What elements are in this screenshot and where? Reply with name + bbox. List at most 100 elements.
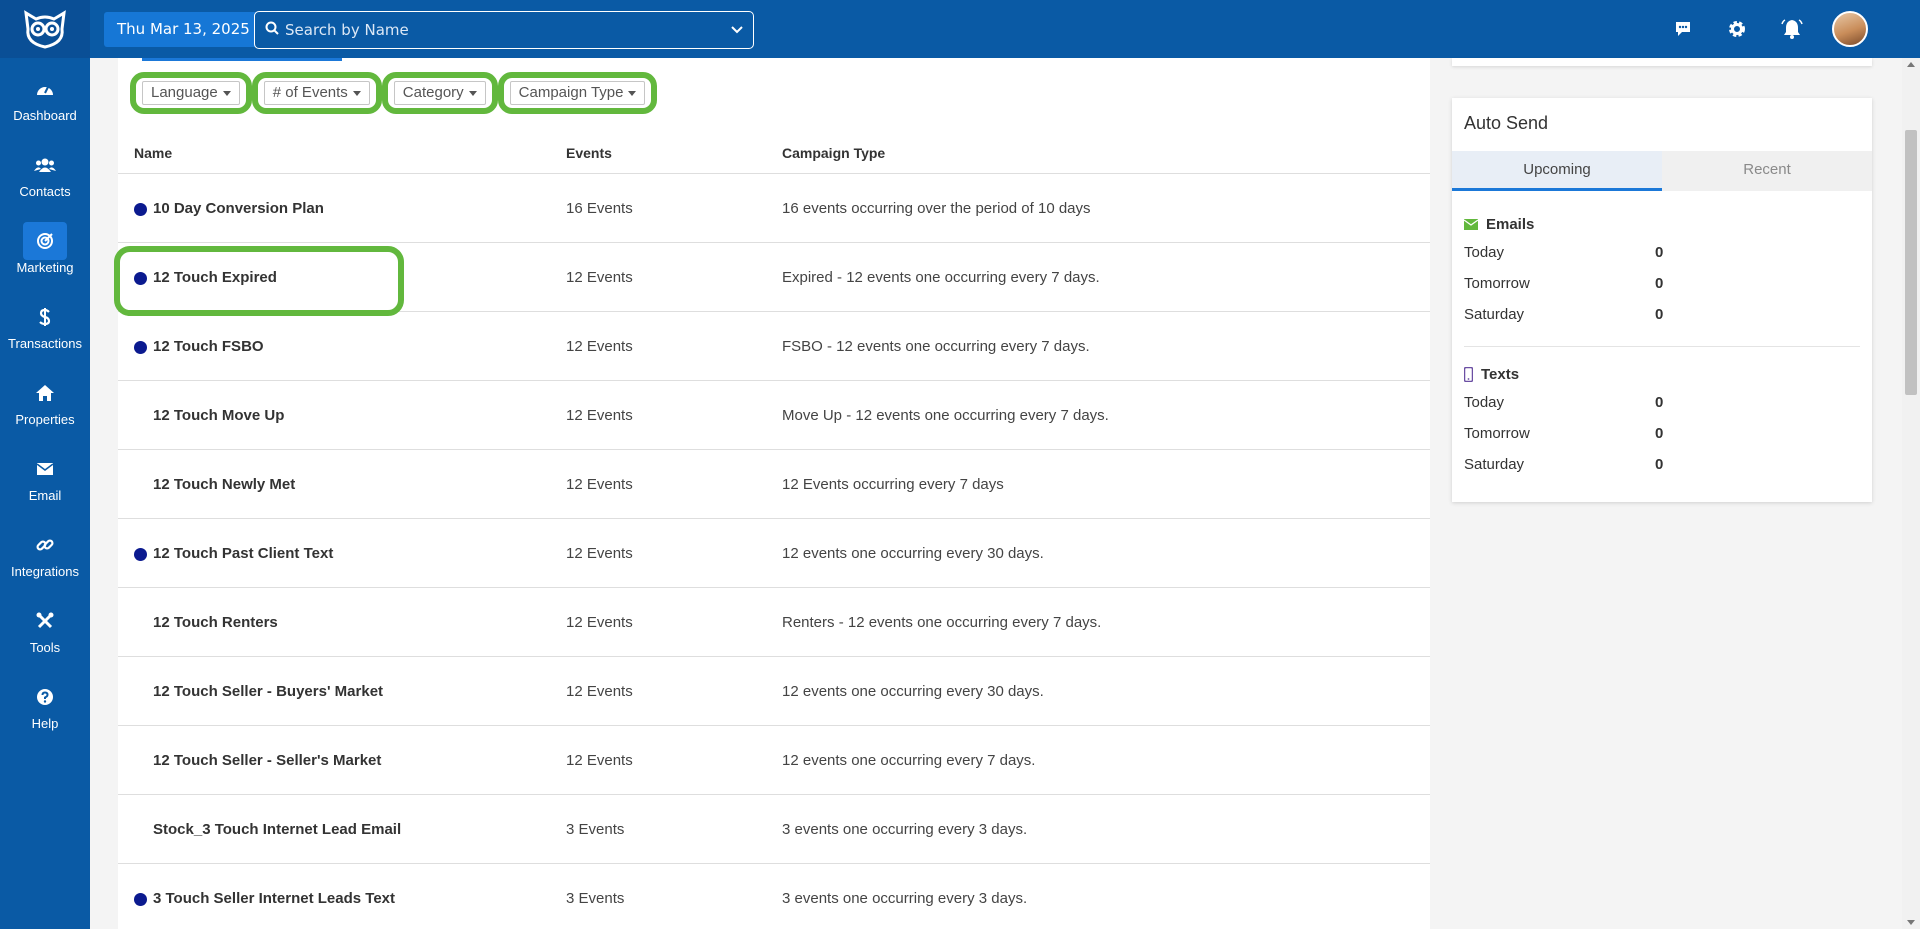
sidebar-item-transactions[interactable]: Transactions <box>0 298 90 368</box>
filter-category-dropdown[interactable]: Category <box>393 81 486 105</box>
filter-campaign-type[interactable]: Campaign Type <box>497 72 658 114</box>
filter-language-dropdown[interactable]: Language <box>142 81 240 105</box>
emails-tomorrow-value: 0 <box>1655 275 1664 292</box>
avatar[interactable] <box>1832 11 1868 47</box>
scrollbar-thumb[interactable] <box>1905 130 1917 395</box>
sidebar-label-tools: Tools <box>29 640 61 655</box>
table-row[interactable]: Stock_3 Touch Internet Lead Email 3 Event… <box>118 795 1430 864</box>
top-bar: Thu Mar 13, 2025 <box>0 0 1920 58</box>
scroll-down-arrow[interactable] <box>1907 920 1915 925</box>
table-row[interactable]: 12 Touch FSBO 12 Events FSBO - 12 events o… <box>118 312 1430 381</box>
tab-recent[interactable]: Recent <box>1662 151 1872 191</box>
filter-campaign-type-label: Campaign Type <box>518 84 624 101</box>
column-header-campaign-type[interactable]: Campaign Type <box>782 145 885 161</box>
campaign-name[interactable]: Stock_3 Touch Internet Lead Email <box>153 821 401 838</box>
sidebar-item-contacts[interactable]: Contacts <box>0 146 90 216</box>
table-row[interactable]: 12 Touch Seller - Buyers' Market 12 Event… <box>118 657 1430 726</box>
campaign-type: 12 events one occurring every 7 days. <box>782 752 1036 769</box>
search-input[interactable] <box>285 21 705 39</box>
scroll-up-arrow[interactable] <box>1907 62 1915 67</box>
texts-tomorrow-label: Tomorrow <box>1464 425 1530 442</box>
campaign-events: 16 Events <box>566 200 633 217</box>
gear-icon[interactable] <box>1724 16 1750 42</box>
table-row[interactable]: 12 Touch Expired 12 Events Expired - 12 ev… <box>114 243 1430 316</box>
table-row[interactable]: 10 Day Conversion Plan 16 Events 16 events… <box>118 174 1430 243</box>
sidebar-item-email[interactable]: Email <box>0 450 90 520</box>
sidebar-item-marketing[interactable]: Marketing <box>0 222 90 292</box>
page-scrollbar[interactable] <box>1902 58 1920 929</box>
search-icon <box>265 21 279 39</box>
sidebar-item-dashboard[interactable]: Dashboard <box>0 70 90 140</box>
campaign-name[interactable]: 12 Touch Seller - Buyers' Market <box>153 683 383 700</box>
filter-events[interactable]: # of Events <box>251 72 382 114</box>
status-dot <box>134 341 147 354</box>
status-dot <box>134 548 147 561</box>
campaign-name[interactable]: 3 Touch Seller Internet Leads Text <box>153 890 395 907</box>
bell-icon[interactable] <box>1779 16 1805 42</box>
emails-today-value: 0 <box>1655 244 1664 261</box>
tools-icon <box>23 602 67 640</box>
section-divider <box>1464 346 1860 347</box>
texts-today-label: Today <box>1464 394 1505 411</box>
active-tab-indicator <box>142 58 342 61</box>
emails-saturday-label: Saturday <box>1464 306 1525 323</box>
campaign-name[interactable]: 10 Day Conversion Plan <box>153 200 324 217</box>
campaign-name[interactable]: 12 Touch Move Up <box>153 407 284 424</box>
auto-send-card: Auto Send Upcoming Recent Emails Today 0 … <box>1452 98 1872 502</box>
status-dot <box>134 203 147 216</box>
highlight-outline <box>114 246 404 316</box>
mobile-phone-icon <box>1464 367 1473 382</box>
sidebar-label-integrations: Integrations <box>11 564 79 579</box>
sidebar-label-dashboard: Dashboard <box>13 108 77 123</box>
auto-send-tabs: Upcoming Recent <box>1452 151 1872 191</box>
table-row[interactable]: 12 Touch Seller - Seller's Market 12 Even… <box>118 726 1430 795</box>
table-row[interactable]: 12 Touch Move Up 12 Events Move Up - 12 ev… <box>118 381 1430 450</box>
table-row[interactable]: 3 Touch Seller Internet Leads Text 3 Even… <box>118 864 1430 929</box>
campaign-name[interactable]: 12 Touch Seller - Seller's Market <box>153 752 381 769</box>
home-icon <box>23 374 67 412</box>
campaign-events: 12 Events <box>566 614 633 631</box>
sidebar-item-help[interactable]: Help <box>0 678 90 748</box>
filter-events-dropdown[interactable]: # of Events <box>263 81 370 105</box>
search-box[interactable] <box>254 11 754 49</box>
caret-down-icon <box>352 90 361 96</box>
column-header-name[interactable]: Name <box>134 145 172 161</box>
date-badge[interactable]: Thu Mar 13, 2025 <box>104 12 263 47</box>
table-row[interactable]: 12 Touch Past Client Text 12 Events 12 eve… <box>118 519 1430 588</box>
filter-category[interactable]: Category <box>381 72 498 114</box>
sidebar-item-properties[interactable]: Properties <box>0 374 90 444</box>
campaign-type: Renters - 12 events one occurring every … <box>782 614 1102 631</box>
texts-row-saturday: Saturday 0 <box>1464 456 1663 473</box>
caret-down-icon <box>468 90 477 96</box>
sidebar-label-help: Help <box>31 716 59 731</box>
campaign-name[interactable]: 12 Touch Newly Met <box>153 476 295 493</box>
filter-events-label: # of Events <box>272 84 348 101</box>
campaign-type: 12 Events occurring every 7 days <box>782 476 1004 493</box>
campaign-name[interactable]: 12 Touch FSBO <box>153 338 264 355</box>
campaign-events: 12 Events <box>566 338 633 355</box>
filter-campaign-type-dropdown[interactable]: Campaign Type <box>509 81 646 105</box>
texts-saturday-value: 0 <box>1655 456 1664 473</box>
tab-upcoming[interactable]: Upcoming <box>1452 151 1662 191</box>
emails-row-tomorrow: Tomorrow 0 <box>1464 275 1663 292</box>
campaign-name[interactable]: 12 Touch Renters <box>153 614 278 631</box>
owl-logo[interactable] <box>0 0 90 58</box>
campaign-name[interactable]: 12 Touch Past Client Text <box>153 545 333 562</box>
sidebar-label-contacts: Contacts <box>19 184 71 199</box>
column-header-events[interactable]: Events <box>566 145 612 161</box>
chat-icon[interactable] <box>1670 16 1696 42</box>
auto-send-title: Auto Send <box>1464 113 1549 133</box>
table-row[interactable]: 12 Touch Newly Met 12 Events 12 Events occ… <box>118 450 1430 519</box>
table-body: 10 Day Conversion Plan 16 Events 16 events… <box>114 174 1430 929</box>
filter-language[interactable]: Language <box>130 72 252 114</box>
chevron-down-icon[interactable] <box>729 21 745 41</box>
emails-tomorrow-label: Tomorrow <box>1464 275 1530 292</box>
campaign-type: 3 events one occurring every 3 days. <box>782 821 1028 838</box>
sidebar-item-tools[interactable]: Tools <box>0 602 90 672</box>
table-row[interactable]: 12 Touch Renters 12 Events Renters - 12 ev… <box>118 588 1430 657</box>
right-panel-top-card <box>1452 58 1872 66</box>
texts-tomorrow-value: 0 <box>1655 425 1664 442</box>
sidebar-item-integrations[interactable]: Integrations <box>0 526 90 596</box>
campaign-events: 12 Events <box>566 683 633 700</box>
caret-down-icon <box>222 90 231 96</box>
